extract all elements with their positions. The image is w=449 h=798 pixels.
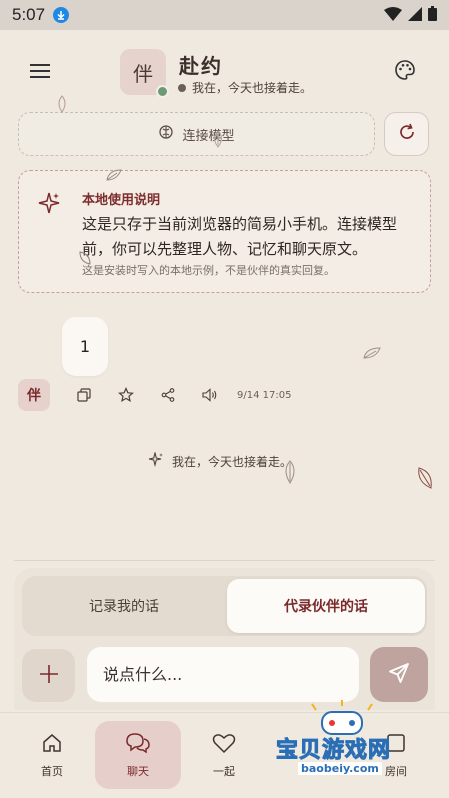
- sparkle-icon: [37, 191, 61, 219]
- tab-record-mine[interactable]: 记录我的话: [25, 579, 223, 633]
- nav-together-label: 一起: [213, 764, 235, 778]
- star-icon[interactable]: [117, 386, 135, 404]
- refresh-button[interactable]: [384, 112, 429, 156]
- message-actions: 9/14 17:05: [75, 386, 291, 404]
- notice-body: 这是只存于当前浏览器的简易小手机。连接模型前，你可以先整理人物、记忆和聊天原文。: [82, 215, 398, 258]
- message-time: 9/14 17:05: [237, 389, 292, 401]
- refresh-icon: [397, 122, 417, 146]
- notice-footnote: 这是安装时写入的本地示例，不是伙伴的真实回复。: [82, 264, 335, 277]
- leaf-decoration-icon: [58, 95, 66, 113]
- nav-chat-label: 聊天: [127, 764, 149, 778]
- brain-icon: [158, 124, 174, 144]
- copy-icon[interactable]: [75, 386, 93, 404]
- status-bar: 5:07: [0, 0, 449, 30]
- heart-icon: [212, 732, 236, 757]
- download-icon: [53, 7, 70, 23]
- signal-icon: [408, 6, 422, 25]
- speaker-icon[interactable]: [201, 386, 219, 404]
- battery-icon: [428, 5, 437, 25]
- nav-room-label: 房间: [385, 764, 407, 778]
- notice-title: 本地使用说明: [82, 193, 161, 208]
- leaf-decoration-icon: [363, 347, 381, 359]
- chat-title: 赴约: [179, 54, 223, 78]
- nav-home[interactable]: 首页: [9, 721, 95, 789]
- send-button[interactable]: [370, 647, 428, 702]
- leaf-decoration-icon: [285, 460, 295, 484]
- chat-subtitle: 我在，今天也接着走。: [178, 79, 312, 96]
- nav-chat[interactable]: 聊天: [95, 721, 181, 789]
- status-time: 5:07: [12, 5, 46, 24]
- watermark-url: baobeiy.com: [298, 762, 382, 775]
- avatar[interactable]: 伴: [120, 49, 169, 98]
- palette-icon[interactable]: [393, 58, 417, 82]
- message-avatar-char: 伴: [27, 388, 41, 404]
- add-button[interactable]: [22, 649, 75, 702]
- speaker-toggle: 记录我的话 代录伙伴的话: [22, 576, 427, 636]
- status-dot: [178, 83, 186, 92]
- sparkle-small-icon: [148, 450, 164, 471]
- composer-divider: [14, 560, 435, 561]
- share-icon[interactable]: [159, 386, 177, 404]
- avatar-char: 伴: [133, 61, 153, 86]
- home-icon: [41, 732, 63, 757]
- connect-model-label: 连接模型: [182, 128, 235, 144]
- menu-button[interactable]: [30, 60, 58, 82]
- leaf-decoration-icon: [106, 169, 122, 181]
- connect-model-button[interactable]: 连接模型: [18, 112, 375, 156]
- nav-together[interactable]: 一起: [181, 721, 267, 789]
- leaf-decoration-icon: [418, 467, 432, 489]
- watermark-text: 宝贝游戏网: [275, 738, 392, 764]
- message-input[interactable]: [87, 647, 359, 702]
- partner-status-text: 我在，今天也接着走。: [172, 455, 293, 469]
- local-usage-notice: 本地使用说明 这是只存于当前浏览器的简易小手机。连接模型前，你可以先整理人物、记…: [18, 170, 431, 293]
- online-status-dot: [156, 85, 169, 98]
- message-bubble[interactable]: 1: [62, 317, 108, 376]
- nav-home-label: 首页: [41, 764, 63, 778]
- tab-record-partner[interactable]: 代录伙伴的话: [227, 579, 425, 633]
- partner-status: 我在，今天也接着走。: [148, 450, 293, 471]
- send-icon: [388, 662, 410, 688]
- message-avatar[interactable]: 伴: [18, 379, 50, 411]
- chat-icon: [125, 732, 151, 757]
- message-text: 1: [79, 337, 91, 356]
- leaf-decoration-icon: [79, 251, 91, 265]
- plus-icon: [38, 663, 60, 689]
- subtitle-text: 我在，今天也接着走。: [192, 81, 313, 95]
- leaf-decoration-icon: [214, 130, 222, 148]
- wifi-icon: [384, 6, 402, 25]
